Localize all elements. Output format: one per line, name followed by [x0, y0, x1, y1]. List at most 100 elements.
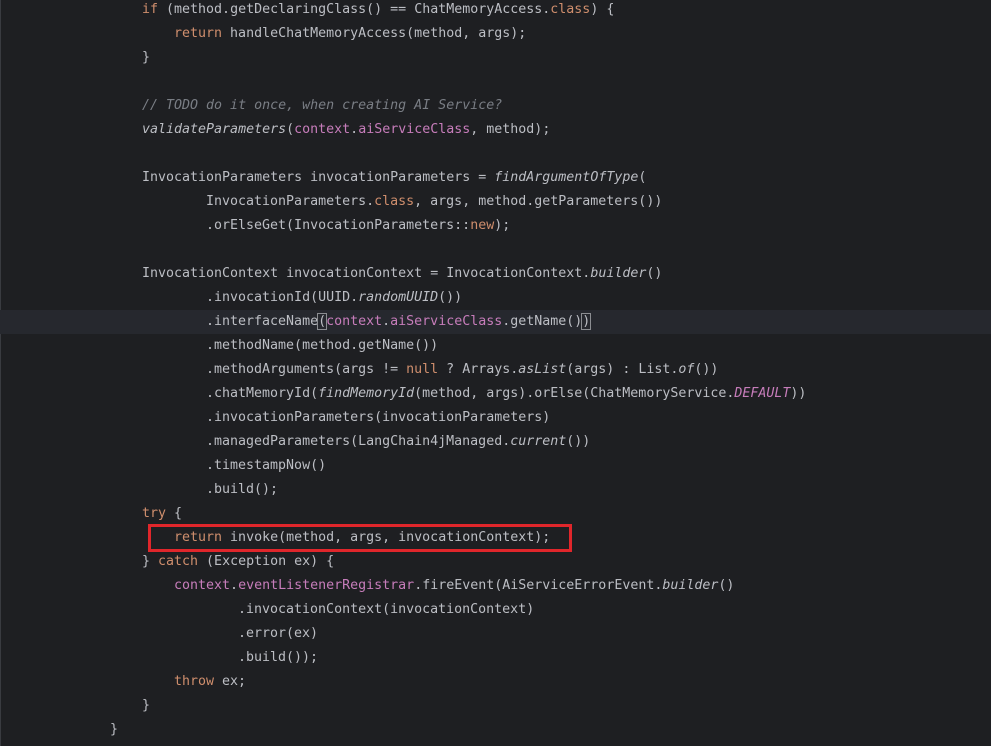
- code-line[interactable]: .invocationContext(invocationContext): [0, 598, 991, 622]
- code-line[interactable]: .interfaceName(context.aiServiceClass.ge…: [0, 310, 991, 334]
- code-token: context: [326, 314, 383, 329]
- code-line[interactable]: .error(ex): [0, 622, 991, 646]
- code-token: InvocationParameters.: [206, 194, 375, 209]
- code-token: .: [350, 122, 359, 137]
- code-token: .invocationContext(invocationContext): [238, 602, 535, 617]
- code-token: .orElseGet(InvocationParameters::: [206, 218, 471, 233]
- code-token: .build());: [238, 650, 319, 665]
- code-token: .invocationId(UUID.: [206, 290, 359, 305]
- code-token: return: [174, 26, 223, 41]
- code-token: ()): [438, 290, 463, 305]
- code-token: (method.getDeclaringClass() == ChatMemor…: [158, 2, 551, 17]
- code-line[interactable]: .timestampNow(): [0, 454, 991, 478]
- code-line[interactable]: validateParameters(context.aiServiceClas…: [0, 118, 991, 142]
- code-line[interactable]: InvocationContext invocationContext = In…: [0, 262, 991, 286]
- highlight-box: [148, 524, 572, 552]
- code-token: (: [638, 170, 647, 185]
- code-token: (: [317, 313, 328, 330]
- code-token: class: [550, 2, 591, 17]
- code-line[interactable]: .managedParameters(LangChain4jManaged.cu…: [0, 430, 991, 454]
- code-token: findMemoryId: [318, 386, 415, 401]
- code-token: eventListenerRegistrar: [238, 578, 415, 593]
- code-token: catch: [158, 554, 199, 569]
- code-token: ()): [694, 362, 719, 377]
- code-line[interactable]: .methodArguments(args != null ? Arrays.a…: [0, 358, 991, 382]
- code-line[interactable]: .build();: [0, 478, 991, 502]
- code-line[interactable]: [0, 142, 991, 166]
- code-line[interactable]: InvocationParameters invocationParameter…: [0, 166, 991, 190]
- code-token: aiServiceClass: [358, 122, 471, 137]
- code-token: throw: [174, 674, 215, 689]
- code-token: null: [406, 362, 439, 377]
- code-token: ) {: [590, 2, 615, 17]
- code-token: handleChatMemoryAccess(method, args);: [222, 26, 527, 41]
- code-token: aiServiceClass: [390, 314, 503, 329]
- code-line[interactable]: .invocationParameters(invocationParamete…: [0, 406, 991, 430]
- code-token: .interfaceName: [206, 314, 319, 329]
- code-token: validateParameters: [142, 122, 287, 137]
- code-token: context: [294, 122, 351, 137]
- code-token: }: [142, 698, 151, 713]
- code-token: .managedParameters(LangChain4jManaged.: [206, 434, 511, 449]
- code-token: builder: [662, 578, 719, 593]
- code-token: , method);: [470, 122, 551, 137]
- code-token: }: [142, 554, 159, 569]
- code-line[interactable]: context.eventListenerRegistrar.fireEvent…: [0, 574, 991, 598]
- code-token: (): [718, 578, 735, 593]
- code-line[interactable]: }: [0, 718, 991, 742]
- code-line[interactable]: } catch (Exception ex) {: [0, 550, 991, 574]
- code-token: ()): [566, 434, 591, 449]
- code-token: )): [790, 386, 807, 401]
- code-token: (Exception ex) {: [198, 554, 335, 569]
- code-token: .methodName(method.getName()): [206, 338, 439, 353]
- code-token: (: [286, 122, 295, 137]
- code-token: .methodArguments(args !=: [206, 362, 407, 377]
- code-token: , args, method.getParameters()): [414, 194, 663, 209]
- code-token: new: [470, 218, 495, 233]
- code-line[interactable]: if (method.getDeclaringClass() == ChatMe…: [0, 0, 991, 22]
- code-line[interactable]: InvocationParameters.class, args, method…: [0, 190, 991, 214]
- code-token: .getName(): [502, 314, 583, 329]
- code-line[interactable]: .build());: [0, 646, 991, 670]
- code-token: .invocationParameters(invocationParamete…: [206, 410, 551, 425]
- code-token: class: [374, 194, 415, 209]
- code-token: }: [110, 722, 119, 737]
- code-token: .error(ex): [238, 626, 319, 641]
- code-token: if: [142, 2, 159, 17]
- code-line[interactable]: [0, 70, 991, 94]
- code-line[interactable]: .chatMemoryId(findMemoryId(method, args)…: [0, 382, 991, 406]
- code-editor[interactable]: if (method.getDeclaringClass() == ChatMe…: [0, 0, 991, 746]
- code-token: (): [646, 266, 663, 281]
- code-token: .: [230, 578, 239, 593]
- code-token: .: [382, 314, 391, 329]
- code-token: {: [166, 506, 183, 521]
- code-token: ): [581, 313, 592, 330]
- code-token: of: [678, 362, 695, 377]
- code-line[interactable]: .orElseGet(InvocationParameters::new);: [0, 214, 991, 238]
- code-token: context: [174, 578, 231, 593]
- code-token: }: [142, 50, 151, 65]
- code-line[interactable]: // TODO do it once, when creating AI Ser…: [0, 94, 991, 118]
- code-token: current: [510, 434, 567, 449]
- code-token: ex;: [214, 674, 247, 689]
- code-token: // TODO do it once, when creating AI Ser…: [142, 98, 503, 113]
- code-line[interactable]: throw ex;: [0, 670, 991, 694]
- code-token: .fireEvent(AiServiceErrorEvent.: [414, 578, 663, 593]
- code-line[interactable]: .invocationId(UUID.randomUUID()): [0, 286, 991, 310]
- code-line[interactable]: [0, 238, 991, 262]
- code-token: InvocationContext invocationContext = In…: [142, 266, 591, 281]
- code-token: randomUUID: [358, 290, 439, 305]
- code-token: try: [142, 506, 167, 521]
- code-line[interactable]: }: [0, 694, 991, 718]
- code-line[interactable]: return handleChatMemoryAccess(method, ar…: [0, 22, 991, 46]
- code-token: .chatMemoryId(: [206, 386, 319, 401]
- code-token: ? Arrays.: [438, 362, 519, 377]
- code-token: asList: [518, 362, 567, 377]
- code-line[interactable]: .methodName(method.getName()): [0, 334, 991, 358]
- code-token: DEFAULT: [734, 386, 791, 401]
- code-line[interactable]: try {: [0, 502, 991, 526]
- code-token: InvocationParameters invocationParameter…: [142, 170, 495, 185]
- code-token: .timestampNow(): [206, 458, 327, 473]
- code-token: (method, args).orElse(ChatMemoryService.: [414, 386, 735, 401]
- code-line[interactable]: }: [0, 46, 991, 70]
